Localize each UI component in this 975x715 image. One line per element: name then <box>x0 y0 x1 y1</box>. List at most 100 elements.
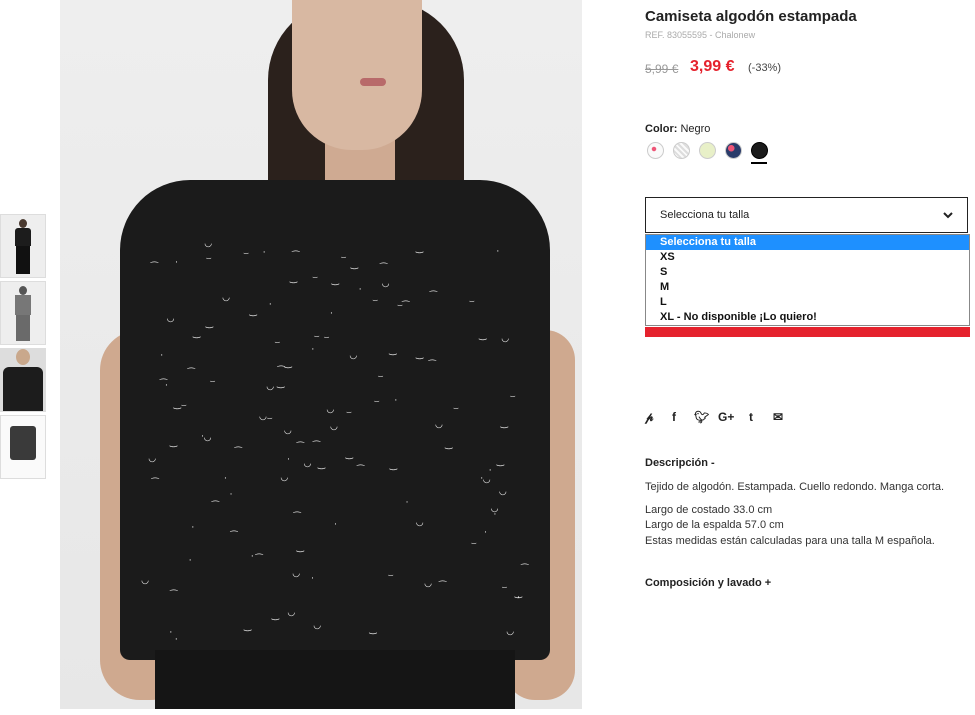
shirt-print-mark: · <box>175 258 179 269</box>
shirt-print-mark: ⁀ <box>277 367 285 378</box>
shirt-print-mark: · <box>405 497 409 508</box>
shirt-print-mark: ‿ <box>479 330 487 341</box>
shirt-print-mark: · <box>311 344 315 355</box>
shirt-print-mark: ⌣ <box>340 253 347 264</box>
shirt-print-mark: ⁀ <box>428 361 436 372</box>
shirt-print-mark: ◡ <box>329 422 338 433</box>
thumbnail-2[interactable] <box>0 281 46 345</box>
shirt-print-mark: ⁀ <box>159 379 168 390</box>
shirt-print-mark: · <box>268 300 272 311</box>
selected-color: Negro <box>680 123 711 135</box>
shirt-print-mark: ‿ <box>514 588 522 599</box>
shirt-print-mark: ◡ <box>283 425 292 436</box>
shirt-print-mark: ‿ <box>173 400 181 411</box>
shirt-print-mark: ⁀ <box>292 251 300 262</box>
shirt-print-mark: ⌣ <box>453 403 459 414</box>
shirt-print-mark: ◡ <box>424 579 432 590</box>
size-select-value: Selecciona tu talla <box>660 209 750 221</box>
shirt-print-mark: · <box>224 473 227 484</box>
size-option-xl[interactable]: XL - No disponible ¡Lo quiero! <box>646 310 969 325</box>
color-swatch-3[interactable] <box>699 142 716 159</box>
shirt-print-mark: ‿ <box>389 460 397 471</box>
shirt-print-mark: ‿ <box>500 418 508 429</box>
shirt-print-mark: ⌣ <box>372 296 379 307</box>
size-option-xs[interactable]: XS <box>646 250 969 265</box>
thumbnail-1[interactable] <box>0 214 46 278</box>
shirt-print-mark: ◡ <box>287 607 296 618</box>
thumbnail-4[interactable] <box>0 415 46 479</box>
chevron-down-icon <box>943 212 953 219</box>
shirt-print-mark: ⁀ <box>255 555 263 566</box>
shirt-print-mark: ⁀ <box>150 263 158 274</box>
shirt-print-mark: ◡ <box>141 575 150 586</box>
shirt-print-mark: · <box>394 395 398 406</box>
shirt-print-mark: · <box>496 246 500 257</box>
shirt-print-mark: ◡ <box>222 292 230 303</box>
shirt-print-mark: ‿ <box>350 260 358 271</box>
shirt-print-mark: · <box>493 510 497 521</box>
shirt-print-mark: ‿ <box>416 349 424 360</box>
size-option-placeholder[interactable]: Selecciona tu talla <box>646 235 969 250</box>
color-swatch-1[interactable] <box>647 142 664 159</box>
measure-note: Estas medidas están calculadas para una … <box>645 535 935 547</box>
shirt-print-mark: ⌣ <box>468 297 475 308</box>
shirt-print-mark: ⌣ <box>373 397 380 408</box>
size-option-m[interactable]: M <box>646 280 969 295</box>
shirt-print-mark: ◡ <box>415 518 424 529</box>
shirt-print-mark: ‿ <box>289 273 298 284</box>
shirt-print-mark: ⁀ <box>521 564 529 575</box>
shirt-print-mark: ⁀ <box>357 465 365 476</box>
shirt-print-mark: ⁀ <box>438 582 447 593</box>
pinterest-icon[interactable]: 𝓅 <box>645 410 654 425</box>
shirt-print-mark: ‿ <box>317 460 326 471</box>
shirt-print-mark: · <box>262 247 266 258</box>
add-to-bag-button[interactable] <box>645 327 970 337</box>
email-icon[interactable]: ✉ <box>773 410 783 424</box>
shirt-print-mark: ⌣ <box>501 583 508 594</box>
shirt-print-mark: ⌣ <box>396 300 403 311</box>
shirt-print-mark: · <box>488 466 492 477</box>
description-toggle[interactable]: Descripción - <box>645 457 715 469</box>
google-plus-icon[interactable]: G+ <box>718 410 734 424</box>
product-title: Camiseta algodón estampada <box>645 8 857 25</box>
shirt-print-mark: ◡ <box>266 381 275 392</box>
main-product-image[interactable]: · ⁀ ◡ · ‿ ⁀ · ◡ ◡ ◡ ‿ ⌣ · ‿ ◡ ⌣ ‿ ‿ · · ⌣ · · ⁀ ⁀ ⌣ ‿ ◡ ⁀ ‿ ◡ · · · ⌣ ◡ ‿ ⌣ ◡ ⌣… <box>60 0 582 709</box>
shirt-print-mark: ⌣ <box>209 376 216 387</box>
facebook-icon[interactable]: f <box>672 410 676 424</box>
color-label: Color: Negro <box>645 123 711 135</box>
shirt-print-mark: ‿ <box>249 307 257 318</box>
shirt-print-mark: ◡ <box>204 239 213 250</box>
size-select[interactable]: Selecciona tu talla <box>645 197 968 233</box>
shirt-print-mark: ⌣ <box>266 414 273 425</box>
composition-toggle[interactable]: Composición y lavado + <box>645 577 771 589</box>
shirt-print-mark: · <box>191 522 195 533</box>
color-swatch-black[interactable] <box>751 142 768 159</box>
shirt-print-mark: ◡ <box>292 569 301 580</box>
shirt-print-mark: ⁀ <box>230 531 238 542</box>
shirt-print-mark: ◡ <box>259 411 267 422</box>
shirt-print-mark: ‿ <box>331 276 339 287</box>
shirt-print-mark: · <box>311 574 315 585</box>
shirt-print-mark: ⌣ <box>274 338 281 349</box>
shirt-print-mark: · <box>174 635 178 646</box>
shirt-print-mark: ⁀ <box>211 502 219 513</box>
twitter-icon[interactable]: 🐦︎ <box>694 410 709 424</box>
thumbnail-strip <box>0 214 46 482</box>
shirt-print-mark: ⌣ <box>387 570 394 581</box>
color-swatch-4[interactable] <box>725 142 742 159</box>
shirt-print-mark: ⁀ <box>151 479 159 490</box>
size-option-s[interactable]: S <box>646 265 969 280</box>
shirt-print-mark: ◡ <box>326 404 335 415</box>
thumbnail-3[interactable] <box>0 348 46 412</box>
tumblr-icon[interactable]: t <box>749 410 753 424</box>
size-option-l[interactable]: L <box>646 295 969 310</box>
measure-back: Largo de la espalda 57.0 cm <box>645 519 784 531</box>
shirt-print-mark: ‿ <box>496 457 504 468</box>
shirt-print-mark: · <box>334 520 337 531</box>
shirt-print-mark: · <box>484 527 488 538</box>
shirt-print-mark: ◡ <box>381 278 390 289</box>
shirt-print-mark: · <box>188 556 192 567</box>
shirt-print-mark: ◡ <box>303 459 312 470</box>
color-swatch-2[interactable] <box>673 142 690 159</box>
shirt-print-mark: ‿ <box>193 328 201 339</box>
